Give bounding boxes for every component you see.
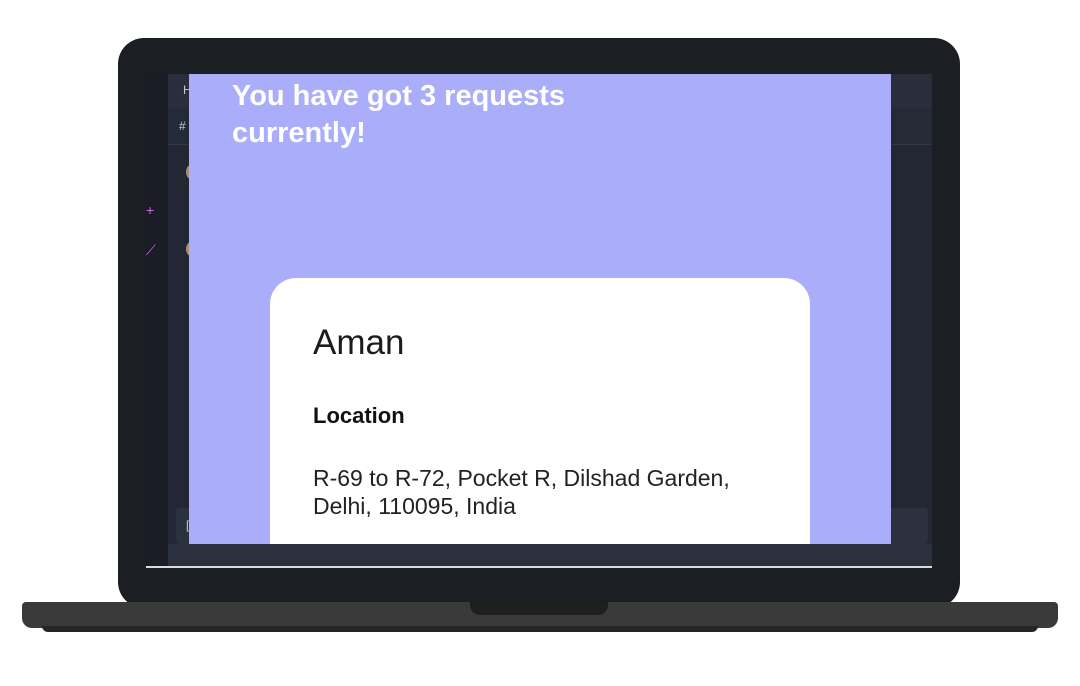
background-bottom-bar (168, 544, 932, 566)
requester-name: Aman (313, 323, 405, 362)
background-channel-glyph: # (179, 119, 186, 133)
requests-headline: You have got 3 requests currently! (232, 80, 566, 149)
location-label: Location (313, 403, 405, 428)
laptop-screen: H # + ⟋ [ You have got 3 requests curren… (146, 74, 932, 568)
laptop-notch (470, 602, 608, 615)
background-slash-icon: ⟋ (146, 242, 156, 258)
background-sidebar (146, 74, 168, 566)
laptop-base-shadow (42, 626, 1038, 632)
request-card[interactable]: Aman Location R-69 to R-72, Pocket R, Di… (270, 278, 810, 544)
location-text: R-69 to R-72, Pocket R, Dilshad Garden, … (313, 465, 730, 519)
requests-app: You have got 3 requests currently! Aman … (189, 74, 891, 544)
background-plus-icon: + (146, 202, 155, 218)
